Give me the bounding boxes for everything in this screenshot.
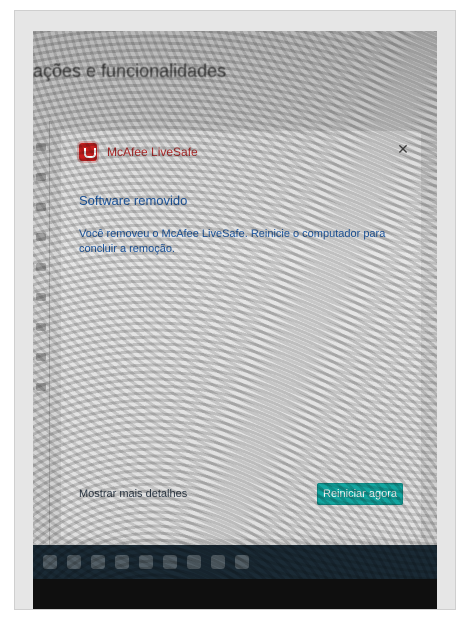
mcafee-shield-icon [79, 143, 97, 161]
left-rail-item[interactable] [36, 203, 46, 211]
left-rail-item[interactable] [36, 383, 46, 391]
mail-icon[interactable] [187, 555, 201, 569]
settings-left-rail [33, 121, 50, 551]
brand-name: McAfee LiveSafe [107, 145, 198, 159]
left-rail-item[interactable] [36, 323, 46, 331]
store-icon[interactable] [163, 555, 177, 569]
folder-icon[interactable] [139, 555, 153, 569]
left-rail-item[interactable] [36, 263, 46, 271]
search-icon[interactable] [67, 555, 81, 569]
left-rail-item[interactable] [36, 353, 46, 361]
details-link[interactable]: Mostrar mais detalhes [79, 488, 187, 500]
left-rail-item[interactable] [36, 143, 46, 151]
browser-icon[interactable] [115, 555, 129, 569]
laptop-screen: ações e funcionalidades McAfee LiveSafe … [33, 31, 437, 579]
left-rail-item[interactable] [36, 233, 46, 241]
settings-page-header: ações e funcionalidades [33, 61, 227, 81]
taskbar [33, 545, 437, 579]
removal-dialog: McAfee LiveSafe ✕ Software removido Você… [61, 131, 421, 539]
dialog-header: McAfee LiveSafe [79, 143, 198, 161]
left-rail-item[interactable] [36, 293, 46, 301]
close-icon[interactable]: ✕ [395, 141, 411, 157]
app-icon[interactable] [235, 555, 249, 569]
left-rail-item[interactable] [36, 173, 46, 181]
restart-now-button[interactable]: Reiniciar agora [317, 483, 403, 505]
start-icon[interactable] [43, 555, 57, 569]
dialog-footer: Mostrar mais detalhes Reiniciar agora [79, 483, 403, 505]
photo-frame: ações e funcionalidades McAfee LiveSafe … [14, 10, 456, 610]
dialog-title: Software removido [79, 193, 188, 208]
dialog-body: Você removeu o McAfee LiveSafe. Reinicie… [79, 228, 386, 255]
laptop-bezel [33, 579, 437, 609]
task-view-icon[interactable] [91, 555, 105, 569]
settings-icon[interactable] [211, 555, 225, 569]
